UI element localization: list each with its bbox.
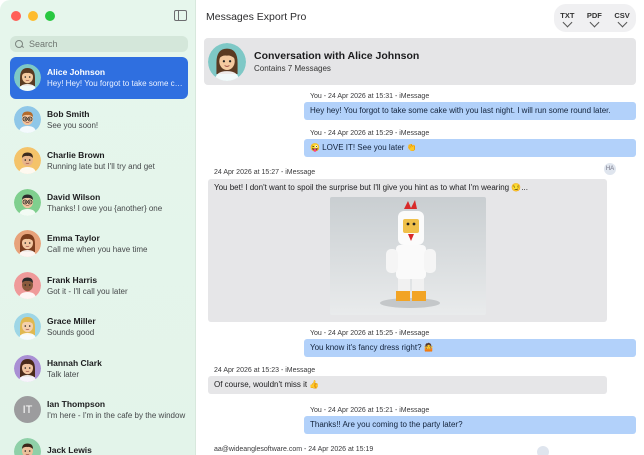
message-bubble[interactable]: 😜 LOVE IT! See you later 👏 <box>304 139 636 158</box>
contact-name: Alice Johnson <box>47 67 106 78</box>
app-title: Messages Export Pro <box>206 11 307 23</box>
contact-list: Alice Johnson Hey! Hey! You forgot to tak… <box>10 57 188 455</box>
contact-texts: Charlie Brown Running late but I'll try a… <box>47 150 187 171</box>
contact-item[interactable]: Emma Taylor Call me when you have time <box>10 223 188 265</box>
david-avatar <box>14 188 41 216</box>
jack-avatar <box>14 437 41 455</box>
sidebar-toggle-icon[interactable] <box>174 10 187 21</box>
contact-item[interactable]: Charlie Brown Running late but I'll try a… <box>10 140 188 182</box>
message-bubble[interactable]: Hey hey! You forgot to take some cake wi… <box>304 102 636 121</box>
contact-preview: Hey! Hey! You forgot to take some cake w… <box>47 79 187 89</box>
attachment-image[interactable] <box>329 197 486 316</box>
contact-item[interactable]: IT Ian Thompson I'm here - I'm in the cafe… <box>10 389 188 431</box>
contact-item[interactable]: Alice Johnson Hey! Hey! You forgot to tak… <box>10 57 188 99</box>
close-window-button[interactable] <box>11 11 21 21</box>
frank-avatar <box>14 271 41 299</box>
search-icon <box>15 39 24 49</box>
bob-avatar <box>14 105 41 133</box>
contact-name: Ian Thompson <box>47 399 106 410</box>
message-meta: You - 24 Apr 2026 at 15:31 - iMessage <box>310 93 430 100</box>
message-meta: You - 24 Apr 2026 at 15:25 - iMessage <box>310 330 430 337</box>
export-toolbar: TXT PDF CSV <box>554 4 636 32</box>
search-field[interactable] <box>10 36 188 52</box>
contact-name: Jack Lewis <box>47 445 92 455</box>
zoom-window-button[interactable] <box>45 11 55 21</box>
contact-texts: Bob Smith See you soon! <box>47 109 187 130</box>
contact-preview: I'm here - I'm in the cafe by the window <box>47 411 186 421</box>
chicken-figure-image <box>329 197 486 316</box>
contact-name: Hannah Clark <box>47 357 102 368</box>
conversation-header: Conversation with Alice Johnson Contains… <box>204 38 636 85</box>
contact-preview: Call me when you have time <box>47 245 148 255</box>
message-bubble[interactable]: You know it's fancy dress right? 🤷 <box>304 339 636 358</box>
contact-preview: Got it - I'll call you later <box>47 286 128 296</box>
contact-preview: See you soon! <box>47 120 99 130</box>
alice-avatar <box>208 42 246 81</box>
conversation-subtitle: Contains 7 Messages <box>254 64 331 73</box>
message-list[interactable]: You - 24 Apr 2026 at 15:31 - iMessage He… <box>204 90 636 455</box>
contact-name: Emma Taylor <box>47 233 100 244</box>
message-outgoing: You - 24 Apr 2026 at 15:31 - iMessage He… <box>304 93 636 121</box>
contact-item[interactable]: David Wilson Thanks! I owe you {another} … <box>10 182 188 224</box>
contact-texts: Ian Thompson I'm here - I'm in the cafe b… <box>47 399 187 420</box>
alice-avatar <box>14 64 41 92</box>
hannah-avatar <box>14 354 41 382</box>
tapback-icon[interactable]: HA <box>604 163 616 175</box>
contact-name: Frank Harris <box>47 274 98 285</box>
contact-texts: Hannah Clark Talk later <box>47 358 187 379</box>
contact-name: Grace Miller <box>47 316 96 327</box>
message-outgoing: You - 24 Apr 2026 at 15:29 - iMessage 😜 … <box>304 130 636 158</box>
conversation-title: Conversation with Alice Johnson <box>254 50 420 62</box>
contact-preview: Talk later <box>47 369 80 379</box>
message-outgoing: You - 24 Apr 2026 at 15:21 - iMessage Th… <box>304 407 636 435</box>
message-bubble[interactable]: Of course, wouldn't miss it 👍 <box>208 376 607 395</box>
emma-avatar <box>14 230 41 258</box>
export-csv-button[interactable]: CSV <box>614 11 630 27</box>
export-pdf-button[interactable]: PDF <box>587 11 602 27</box>
message-text: You bet! I don't want to spoil the surpr… <box>214 183 528 192</box>
contact-preview: Thanks! I owe you {another} one <box>47 203 163 213</box>
contact-texts: Alice Johnson Hey! Hey! You forgot to tak… <box>47 67 187 88</box>
message-incoming: 24 Apr 2026 at 15:23 - iMessage Of cours… <box>208 367 607 395</box>
minimize-window-button[interactable] <box>28 11 38 21</box>
contact-item[interactable]: Grace Miller Sounds good <box>10 306 188 348</box>
contact-name: Charlie Brown <box>47 150 105 161</box>
contact-item[interactable]: Hannah Clark Talk later <box>10 348 188 390</box>
contact-texts: Frank Harris Got it - I'll call you later <box>47 275 187 296</box>
message-incoming: 24 Apr 2026 at 15:27 - iMessage You bet!… <box>208 163 616 323</box>
contact-item[interactable]: Jack Lewis <box>10 431 188 455</box>
sidebar: Alice JohnsonHey! Hey! You forgot to tak… <box>0 0 196 455</box>
contact-name: Bob Smith <box>47 108 90 119</box>
message-meta: 24 Apr 2026 at 15:27 - iMessage <box>214 169 316 176</box>
contact-texts: Grace Miller Sounds good <box>47 316 187 337</box>
message-bubble[interactable]: You bet! I don't want to spoil the surpr… <box>208 179 607 323</box>
grace-avatar <box>14 313 41 341</box>
contact-preview: Sounds good <box>47 328 95 338</box>
contact-name: David Wilson <box>47 191 101 202</box>
contact-item[interactable]: Frank Harris Got it - I'll call you later <box>10 265 188 307</box>
contact-texts: Emma Taylor Call me when you have time <box>47 233 187 254</box>
message-meta: 24 Apr 2026 at 15:23 - iMessage <box>214 367 316 374</box>
window-controls <box>11 11 55 21</box>
charlie-avatar <box>14 147 41 175</box>
export-txt-button[interactable]: TXT <box>560 11 574 27</box>
message-bubble[interactable]: Thanks!! Are you coming to the party lat… <box>304 416 636 435</box>
message-meta: You - 24 Apr 2026 at 15:29 - iMessage <box>310 130 430 137</box>
contact-texts: Jack Lewis <box>47 445 187 455</box>
message-outgoing: You - 24 Apr 2026 at 15:25 - iMessage Yo… <box>304 330 636 358</box>
tapback-icon[interactable] <box>537 446 549 455</box>
contact-preview: Running late but I'll try and get <box>47 162 155 172</box>
contact-item[interactable]: Bob Smith See you soon! <box>10 99 188 141</box>
search-input[interactable] <box>29 39 179 49</box>
contact-texts: David Wilson Thanks! I owe you {another} … <box>47 192 187 213</box>
message-meta: You - 24 Apr 2026 at 15:21 - iMessage <box>310 407 430 414</box>
initials-avatar: IT <box>14 396 41 424</box>
